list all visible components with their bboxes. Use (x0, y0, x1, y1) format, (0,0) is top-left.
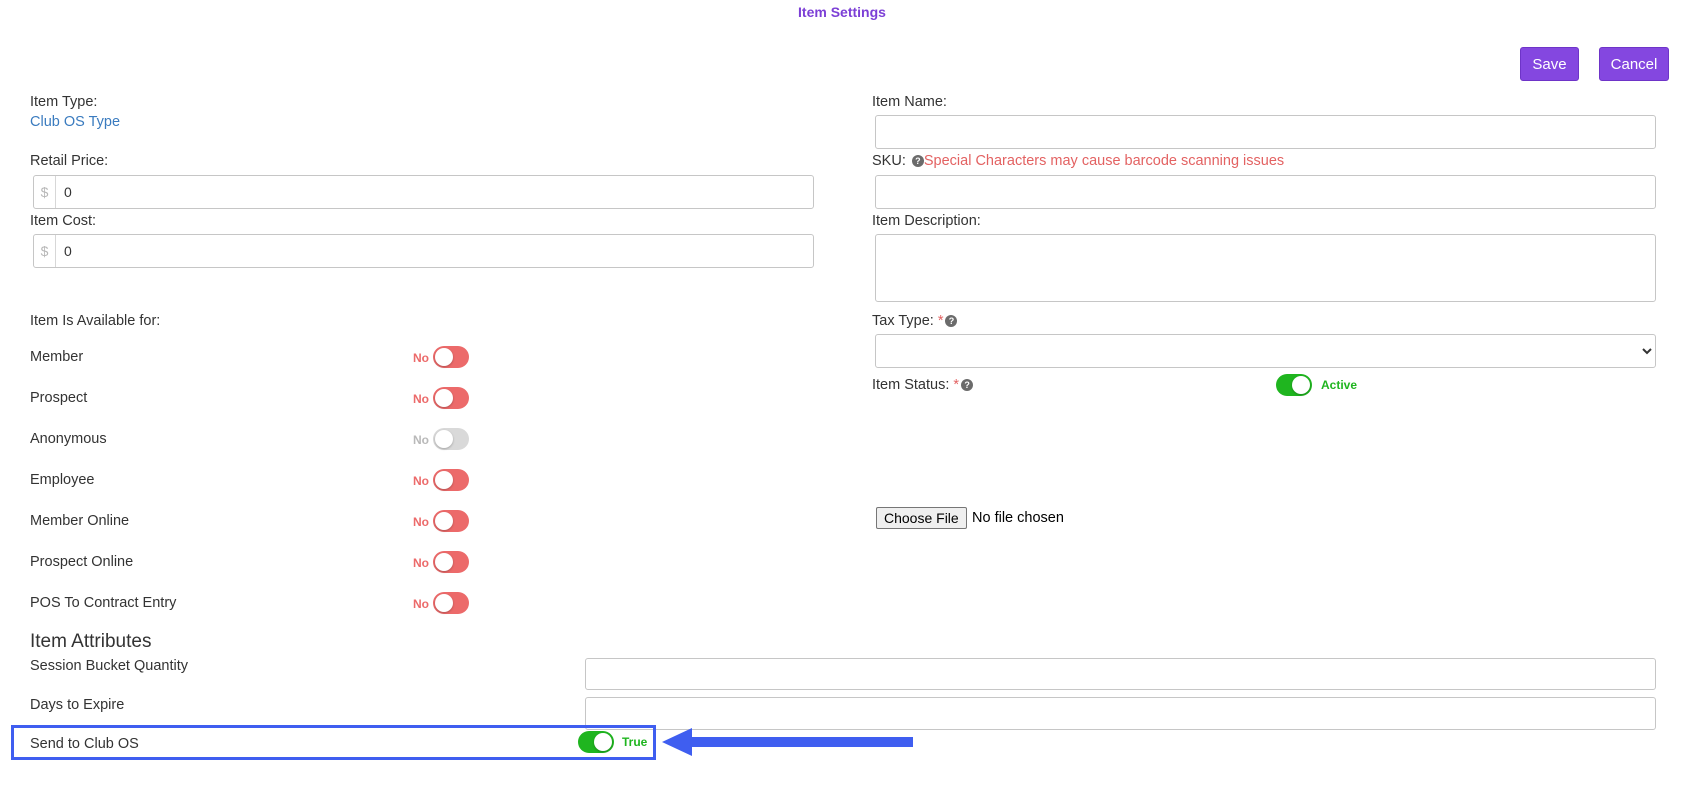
retail-price-input[interactable] (56, 176, 813, 208)
toggle-knob (435, 430, 453, 448)
tax-type-label: Tax Type: (872, 313, 934, 329)
save-button[interactable]: Save (1520, 47, 1579, 81)
availability-label-item: Prospect Online (30, 554, 134, 570)
tax-type-select[interactable] (876, 335, 1655, 367)
cancel-button[interactable]: Cancel (1599, 47, 1669, 81)
session-bucket-label: Session Bucket Quantity (30, 658, 188, 674)
item-status-toggle[interactable] (1276, 374, 1312, 396)
tax-type-select-field[interactable] (875, 334, 1656, 368)
item-cost-field[interactable]: $ (33, 234, 814, 268)
toggle-knob (435, 389, 453, 407)
availability-toggle (433, 428, 469, 450)
currency-addon: $ (34, 235, 56, 267)
availability-label-item: Prospect (30, 390, 88, 406)
retail-price-field[interactable]: $ (33, 175, 814, 209)
days-to-expire-input[interactable] (586, 698, 1655, 729)
arrow-left-icon (662, 728, 913, 756)
toggle-knob (435, 512, 453, 530)
question-circle-icon[interactable]: ? (961, 379, 974, 391)
sku-warning: Special Characters may cause barcode sca… (923, 153, 1285, 169)
item-status-state: Active (1321, 378, 1358, 392)
item-name-label: Item Name: (872, 94, 947, 110)
toggle-knob (594, 733, 612, 751)
session-bucket-input[interactable] (586, 659, 1655, 689)
availability-label-item: Employee (30, 472, 95, 488)
sku-label: SKU: (872, 153, 906, 169)
days-to-expire-label: Days to Expire (30, 697, 125, 713)
session-bucket-field[interactable] (585, 658, 1656, 690)
sku-input[interactable] (876, 176, 1655, 208)
availability-toggle[interactable] (433, 592, 469, 614)
sku-field[interactable] (875, 175, 1656, 209)
availability-label-item: Member Online (30, 513, 130, 529)
availability-label-item: Member (30, 349, 84, 365)
availability-toggle[interactable] (433, 510, 469, 532)
availability-label: Item Is Available for: (30, 313, 161, 329)
availability-state: No (413, 474, 429, 488)
availability-toggle[interactable] (433, 469, 469, 491)
currency-addon: $ (34, 176, 56, 208)
question-circle-icon[interactable]: ? (945, 315, 958, 327)
toggle-knob (1292, 376, 1310, 394)
item-name-field[interactable] (875, 115, 1656, 149)
availability-state: No (413, 515, 429, 529)
required-mark: * (937, 313, 944, 329)
item-name-input[interactable] (876, 116, 1655, 148)
availability-toggle[interactable] (433, 387, 469, 409)
send-to-club-state: True (622, 735, 648, 749)
tax-type-label-row: Tax Type: *? (872, 313, 958, 329)
availability-state: No (413, 556, 429, 570)
file-status-text: No file chosen (972, 510, 1064, 526)
availability-toggle[interactable] (433, 551, 469, 573)
item-description-label: Item Description: (872, 213, 981, 229)
toggle-knob (435, 348, 453, 366)
item-attributes-heading: Item Attributes (30, 631, 152, 652)
item-cost-label: Item Cost: (30, 213, 97, 229)
required-mark: * (953, 377, 960, 393)
send-to-club-label: Send to Club OS (30, 736, 139, 752)
availability-label-item: POS To Contract Entry (30, 595, 177, 611)
choose-file-button[interactable]: Choose File (876, 507, 967, 529)
item-description-field[interactable] (875, 234, 1656, 302)
sku-label-row: SKU: ? Special Characters may cause barco… (872, 153, 1284, 169)
send-to-club-toggle[interactable] (578, 731, 614, 753)
item-type-link[interactable]: Club OS Type (30, 114, 120, 130)
days-to-expire-field[interactable] (585, 697, 1656, 730)
toggle-knob (435, 471, 453, 489)
item-type-label: Item Type: (30, 94, 98, 110)
availability-state: No (413, 392, 429, 406)
question-circle-icon[interactable]: ? (911, 155, 924, 167)
availability-toggle[interactable] (433, 346, 469, 368)
retail-price-label: Retail Price: (30, 153, 109, 169)
item-status-label: Item Status: (872, 377, 950, 393)
item-status-label-row: Item Status: *? (872, 377, 974, 393)
availability-state: No (413, 597, 429, 611)
toggle-knob (435, 553, 453, 571)
item-description-textarea[interactable] (876, 235, 1655, 301)
availability-state: No (413, 433, 429, 447)
page-title: Item Settings (798, 4, 886, 20)
availability-state: No (413, 351, 429, 365)
item-cost-input[interactable] (56, 235, 813, 267)
availability-label-item: Anonymous (30, 431, 107, 447)
toggle-knob (435, 594, 453, 612)
